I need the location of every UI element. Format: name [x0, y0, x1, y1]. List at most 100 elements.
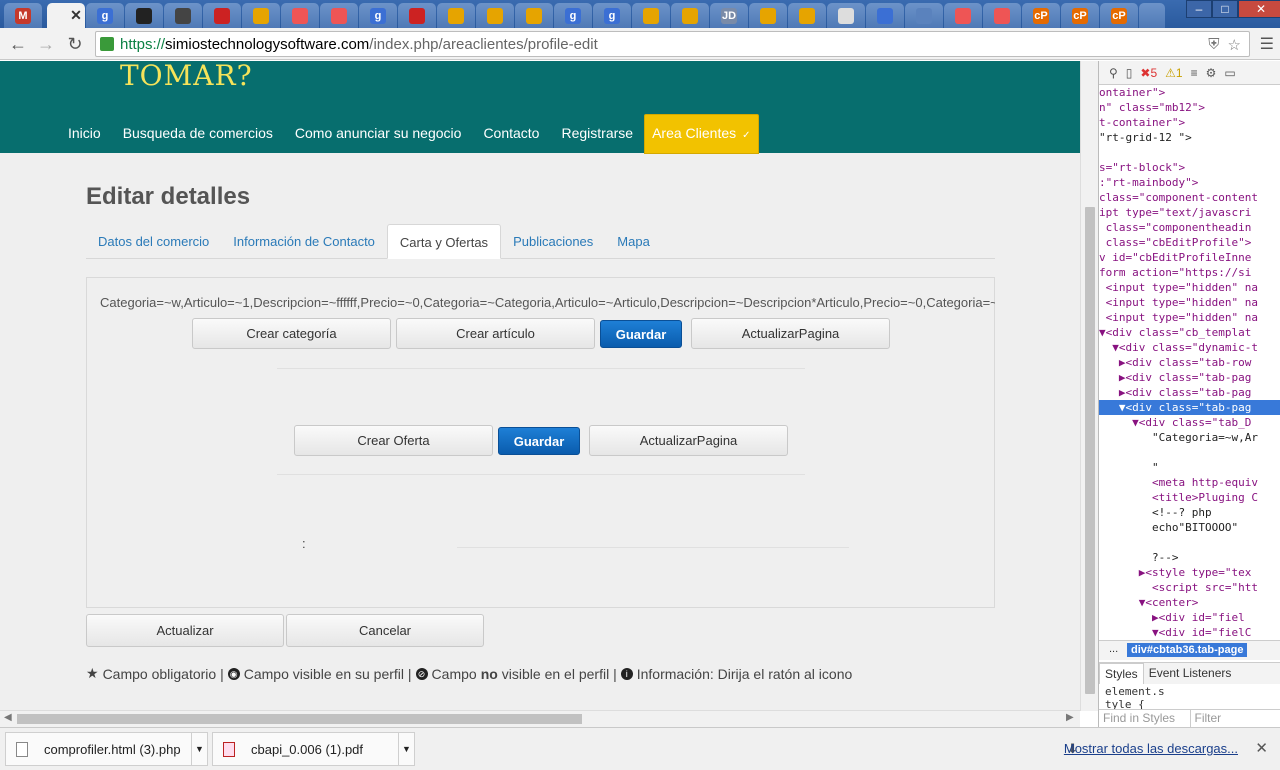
- browser-tab[interactable]: JD: [710, 3, 748, 28]
- browser-tab[interactable]: M: [4, 3, 42, 28]
- browser-tab[interactable]: ✕: [47, 3, 85, 28]
- update-button[interactable]: Actualizar: [86, 614, 284, 647]
- browser-tab[interactable]: [164, 3, 202, 28]
- chevron-down-icon[interactable]: ▼: [398, 733, 414, 765]
- dom-node-line[interactable]: ▶<div class="tab-pag: [1099, 385, 1280, 400]
- address-bar[interactable]: https://simiostechnologysoftware.com/ind…: [95, 31, 1250, 57]
- dom-node-line[interactable]: [1099, 535, 1280, 550]
- dom-node-line[interactable]: <meta http-equiv: [1099, 475, 1280, 490]
- dock-icon[interactable]: ▭: [1224, 66, 1235, 80]
- browser-tab[interactable]: [476, 3, 514, 28]
- gear-icon[interactable]: ⚙: [1206, 66, 1217, 80]
- new-tab-button[interactable]: [1139, 3, 1165, 28]
- browser-tab[interactable]: cP: [1100, 3, 1138, 28]
- cancel-button[interactable]: Cancelar: [286, 614, 484, 647]
- page-horizontal-scrollbar[interactable]: ◀ ▶: [0, 710, 1080, 727]
- error-count[interactable]: ✖5: [1140, 66, 1157, 80]
- scroll-thumb[interactable]: [17, 714, 582, 724]
- profile-tab[interactable]: Información de Contacto: [221, 224, 387, 259]
- nav-link[interactable]: Contacto: [472, 114, 550, 154]
- profile-tab[interactable]: Publicaciones: [501, 224, 605, 259]
- save-menu-button[interactable]: Guardar: [600, 320, 682, 348]
- create-article-button[interactable]: Crear artículo: [396, 318, 595, 349]
- profile-tab[interactable]: Datos del comercio: [86, 224, 221, 259]
- console-icon[interactable]: ≡: [1191, 66, 1198, 80]
- browser-tab[interactable]: g: [593, 3, 631, 28]
- dom-node-line[interactable]: ▼<div class="dynamic-t: [1099, 340, 1280, 355]
- scroll-right-icon[interactable]: ▶: [1066, 712, 1074, 723]
- dom-node-line[interactable]: ▼<div class="cb_templat: [1099, 325, 1280, 340]
- dom-node-line[interactable]: ": [1099, 460, 1280, 475]
- back-icon[interactable]: ←: [6, 32, 30, 56]
- dom-node-line[interactable]: ▼<center>: [1099, 595, 1280, 610]
- search-icon[interactable]: ⚲: [1109, 66, 1118, 80]
- profile-tab[interactable]: Mapa: [605, 224, 662, 259]
- download-item[interactable]: cbapi_0.006 (1).pdf ▼: [212, 732, 415, 766]
- nav-link[interactable]: Inicio: [57, 114, 112, 154]
- dom-node-line[interactable]: <input type="hidden" na: [1099, 310, 1280, 325]
- browser-tab[interactable]: g: [554, 3, 592, 28]
- browser-tab[interactable]: [437, 3, 475, 28]
- nav-link[interactable]: Registrarse: [550, 114, 644, 154]
- devtools-subtab[interactable]: Styles: [1099, 663, 1144, 684]
- show-all-downloads-link[interactable]: Mostrar todas las descargas...: [1064, 741, 1238, 756]
- refresh-offer-button[interactable]: ActualizarPagina: [589, 425, 788, 456]
- dom-node-line[interactable]: <!--? php: [1099, 505, 1280, 520]
- dom-node-line[interactable]: class="componentheadin: [1099, 220, 1280, 235]
- scroll-left-icon[interactable]: ◀: [4, 712, 12, 723]
- browser-tab[interactable]: [944, 3, 982, 28]
- browser-tab[interactable]: cP: [1022, 3, 1060, 28]
- browser-tab[interactable]: [749, 3, 787, 28]
- close-icon[interactable]: ✕: [1255, 739, 1268, 757]
- minimize-icon[interactable]: –: [1186, 0, 1212, 18]
- dom-node-line[interactable]: class="cbEditProfile">: [1099, 235, 1280, 250]
- profile-tab[interactable]: Carta y Ofertas: [386, 224, 502, 259]
- browser-tab[interactable]: [398, 3, 436, 28]
- maximize-icon[interactable]: □: [1212, 0, 1238, 18]
- browser-tab[interactable]: [905, 3, 943, 28]
- dom-node-line[interactable]: n" class="mb12">: [1099, 100, 1280, 115]
- browser-tab[interactable]: [866, 3, 904, 28]
- chevron-down-icon[interactable]: ▼: [191, 733, 207, 765]
- forward-icon[interactable]: →: [34, 32, 58, 56]
- dom-node-line[interactable]: s="rt-block">: [1099, 160, 1280, 175]
- dom-node-line[interactable]: "Categoria=~w,Ar: [1099, 430, 1280, 445]
- nav-link[interactable]: Como anunciar su negocio: [284, 114, 473, 154]
- warning-count[interactable]: ⚠1: [1165, 66, 1182, 80]
- dom-node-line[interactable]: ▼<div class="tab-pag: [1099, 400, 1280, 415]
- shield-icon[interactable]: ⛨: [1208, 36, 1219, 54]
- create-category-button[interactable]: Crear categoría: [192, 318, 391, 349]
- browser-tab[interactable]: [320, 3, 358, 28]
- dom-node-line[interactable]: ▼<div class="tab_D: [1099, 415, 1280, 430]
- refresh-menu-button[interactable]: ActualizarPagina: [691, 318, 890, 349]
- device-icon[interactable]: ▯: [1126, 66, 1133, 80]
- dom-node-line[interactable]: <title>Pluging C: [1099, 490, 1280, 505]
- browser-tab[interactable]: [242, 3, 280, 28]
- dom-node-line[interactable]: <input type="hidden" na: [1099, 295, 1280, 310]
- hamburger-menu-icon[interactable]: ☰: [1260, 34, 1274, 54]
- dom-node-line[interactable]: [1099, 145, 1280, 160]
- browser-tab[interactable]: [632, 3, 670, 28]
- dom-node-line[interactable]: <input type="hidden" na: [1099, 280, 1280, 295]
- dom-node-line[interactable]: [1099, 445, 1280, 460]
- nav-link[interactable]: Area Clientes ✓: [644, 114, 759, 154]
- browser-tab[interactable]: [125, 3, 163, 28]
- browser-tab[interactable]: [203, 3, 241, 28]
- dom-node-line[interactable]: form action="https://si: [1099, 265, 1280, 280]
- dom-node-line[interactable]: ▶<style type="tex: [1099, 565, 1280, 580]
- browser-tab[interactable]: g: [359, 3, 397, 28]
- create-offer-button[interactable]: Crear Oferta: [294, 425, 493, 456]
- page-vertical-scrollbar[interactable]: [1080, 61, 1098, 711]
- browser-tab[interactable]: g: [86, 3, 124, 28]
- dom-node-line[interactable]: t-container">: [1099, 115, 1280, 130]
- browser-tab[interactable]: [827, 3, 865, 28]
- dom-node-line[interactable]: ?-->: [1099, 550, 1280, 565]
- dom-node-line[interactable]: ▼<div id="fielC: [1099, 625, 1280, 640]
- dom-node-line[interactable]: v id="cbEditProfileInne: [1099, 250, 1280, 265]
- browser-tab[interactable]: [788, 3, 826, 28]
- browser-tab[interactable]: [515, 3, 553, 28]
- dom-node-line[interactable]: ontainer">: [1099, 85, 1280, 100]
- browser-tab[interactable]: [671, 3, 709, 28]
- dom-node-line[interactable]: ▶<div class="tab-pag: [1099, 370, 1280, 385]
- devtools-subtab[interactable]: Event Listeners: [1144, 663, 1237, 684]
